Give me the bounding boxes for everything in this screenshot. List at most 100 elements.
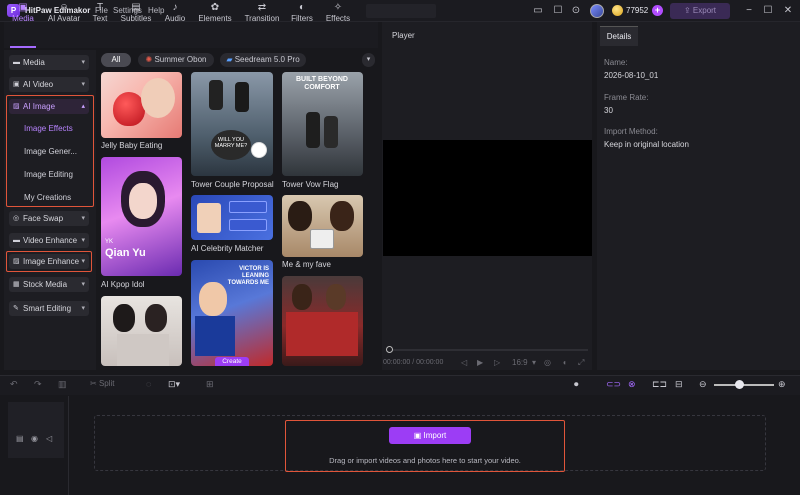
sidebar-subitem-image-editing[interactable]: Image Editing [24,170,73,179]
avatar-icon: ☺ [58,2,70,13]
create-button[interactable]: Create [215,357,249,366]
player-face-graphic [292,284,312,310]
person-graphic [306,112,320,148]
zoom-in-icon[interactable]: ⊕ [778,379,786,390]
speaker-icon[interactable]: ◁ [46,434,52,443]
chevron-down-icon: ▾ [366,56,371,63]
drop-hint-text: Drag or import videos and photos here to… [329,456,521,465]
player-screen[interactable] [383,140,592,256]
sidebar-subitem-image-effects[interactable]: Image Effects [24,124,73,133]
name-value: 2026-08-10_01 [604,71,659,80]
add-credits-button[interactable]: + [652,5,663,16]
close-icon[interactable]: ✕ [781,4,795,18]
undo-icon[interactable]: ↶ [10,379,18,390]
sidebar-item-face-swap[interactable]: ◎ Face Swap ▾ [9,211,89,226]
sidebar-item-image-enhance[interactable]: ▨ Image Enhance ▾ [9,254,89,269]
chip-all[interactable]: All [101,53,131,67]
boy-face-graphic [199,282,227,316]
user-avatar[interactable] [590,4,604,18]
thumb-victor-poster[interactable]: VICTOR IS LEANING TOWARDS ME Create [191,260,273,366]
sidebar-subitem-my-creations[interactable]: My Creations [24,193,71,202]
tab-subtitles[interactable]: ▤ Subtitles [117,2,155,24]
aspect-ratio[interactable]: 16:9 [512,358,528,367]
magnet-icon[interactable]: ⊂⊃ [606,379,621,390]
tab-details[interactable]: Details [600,26,638,46]
will-you-sign: WILL YOU MARRY ME? [211,130,251,160]
export-button[interactable]: ⇪ Export [670,3,730,19]
thumb-soccer-players[interactable] [282,276,363,366]
phone-graphic [310,229,334,249]
sidebar-item-ai-video[interactable]: ▣ AI Video ▾ [9,77,89,92]
link-icon[interactable]: ⊗ [628,379,636,390]
message-icon[interactable]: ☐ [552,5,564,17]
player-scrubber[interactable] [386,349,588,351]
volume-icon[interactable]: ◖ [562,358,567,367]
thumb-couple-heart[interactable] [101,296,182,366]
next-frame-icon[interactable]: ▷ [494,358,500,367]
credits-count: 77952 [626,6,649,15]
track-lock-icon[interactable]: ▤ [16,434,24,443]
thumb-kpop-idol[interactable]: YK Qian Yu [101,157,182,276]
minimize-icon[interactable]: − [742,4,756,18]
tab-ai-avatar[interactable]: ☺ AI Avatar [44,2,84,24]
person-right-graphic [145,304,167,332]
kpop-overlay-name: Qian Yu [105,247,146,259]
import-button[interactable]: ▣ Import [389,427,471,444]
track-split-icon[interactable]: ⊏⊐ [652,379,667,390]
seedream-icon: ▰ [226,55,235,64]
zoom-slider-knob[interactable] [735,380,744,389]
chip-seedream[interactable]: ▰ Seedream 5.0 Pro [220,53,306,67]
sidebar-item-video-enhance[interactable]: ▬ Video Enhance ▾ [9,233,89,248]
person-right-graphic [330,201,354,231]
layout-icon[interactable]: ▭ [532,5,544,17]
marker-icon[interactable]: ◌ [146,379,151,389]
tab-elements[interactable]: ✿ Elements [195,2,235,24]
thumb-me-and-fave[interactable] [282,195,363,257]
tab-audio[interactable]: ♪ Audio [161,2,189,24]
sidebar-item-media[interactable]: ▬ Media ▾ [9,55,89,70]
frame-rate-value: 30 [604,106,613,115]
maximize-icon[interactable]: ☐ [761,4,775,18]
redo-icon[interactable]: ↷ [34,379,42,390]
split-button[interactable]: ✂ Split [90,379,115,388]
microphone-icon[interactable]: ⏺ [574,379,579,390]
add-media-icon[interactable]: ⊞ [206,379,214,390]
eye-icon[interactable]: ◉ [31,434,38,443]
text-tool-icon[interactable]: ⊡▾ [168,379,180,390]
sidebar-item-stock-media[interactable]: ▦ Stock Media ▾ [9,277,89,292]
tab-transition[interactable]: ⇄ Transition [240,2,284,24]
person-graphic [324,116,338,148]
thumb-tower-couple[interactable]: WILL YOU MARRY ME? [191,72,273,176]
chip-summer-obon[interactable]: ✺ Summer Obon [138,53,214,67]
caption-kpop-idol: AI Kpop Idol [101,280,145,289]
chevron-down-icon[interactable]: ▾ [532,358,536,367]
kpop-overlay-small: YK [105,239,114,245]
zoom-slider[interactable] [714,384,774,386]
chevron-down-icon: ▾ [81,305,85,312]
chips-expand-button[interactable]: ▾ [362,53,375,67]
sidebar-item-smart-editing[interactable]: ✎ Smart Editing ▾ [9,301,89,316]
tab-effects[interactable]: ✧ Effects [322,2,354,24]
fit-icon[interactable]: ⊟ [675,379,683,390]
play-icon[interactable]: ▶ [477,358,483,367]
fullscreen-icon[interactable]: ⤢ [578,358,584,368]
thumb-celebrity-matcher[interactable] [191,195,273,240]
download-icon[interactable]: ⊙ [570,5,582,17]
scrubber-knob[interactable] [386,346,393,353]
effects-icon: ✧ [333,2,343,13]
media-icon: ▣ [18,2,28,13]
project-tab[interactable] [366,4,436,18]
tab-media[interactable]: ▣ Media [8,2,38,24]
delete-icon[interactable]: ▥ [58,379,67,390]
sidebar-item-ai-image[interactable]: ▨ AI Image ▴ [9,99,89,114]
tab-filters[interactable]: ◐ Filters [288,2,316,24]
zoom-out-icon[interactable]: ⊖ [699,379,707,390]
prev-frame-icon[interactable]: ◁ [461,358,467,367]
sidebar-subitem-image-generator[interactable]: Image Gener... [24,147,77,156]
import-method-value: Keep in original location [604,140,689,149]
thumb-tower-vow[interactable]: BUILT BEYOND COMFORT [282,72,363,176]
thumb-jelly-baby[interactable] [101,72,182,138]
snapshot-icon[interactable]: ◎ [544,358,551,367]
tab-text[interactable]: T Text [88,2,112,24]
image-icon: ▨ [13,103,20,110]
